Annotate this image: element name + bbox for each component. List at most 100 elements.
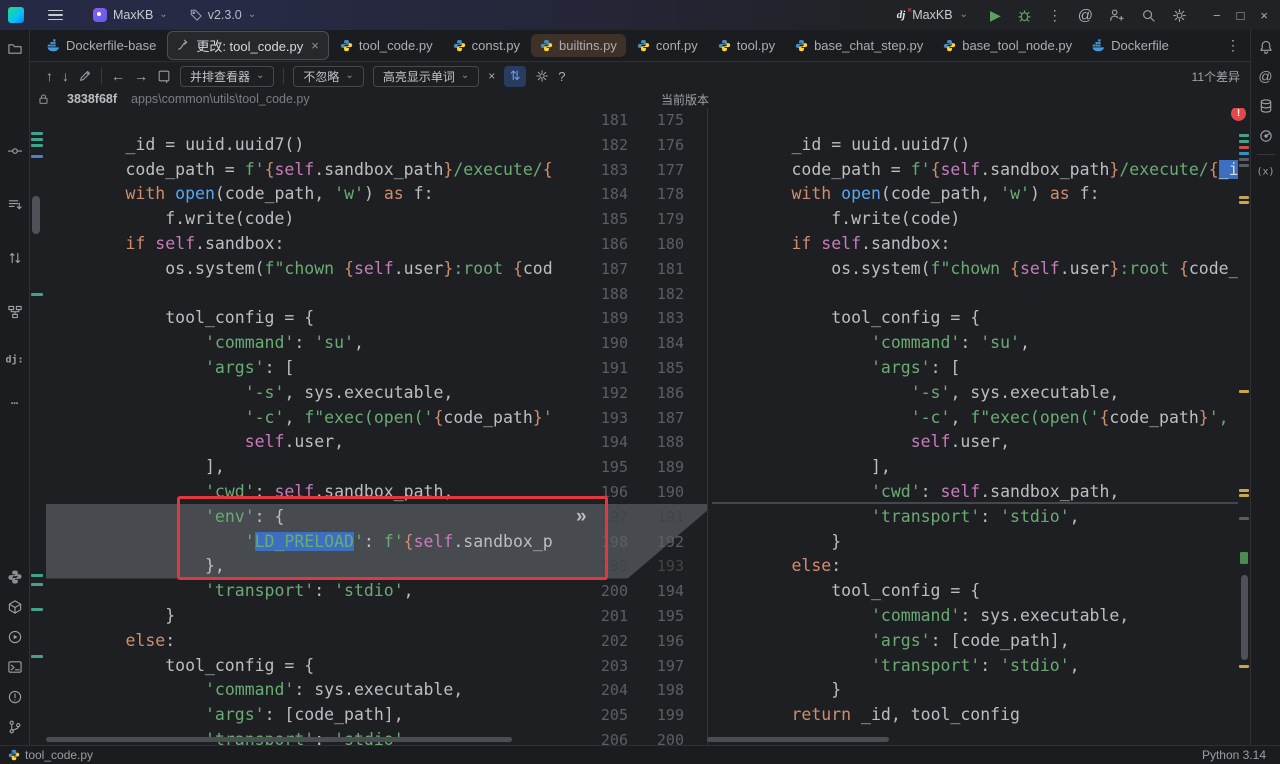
- help-icon[interactable]: ?: [558, 70, 565, 83]
- project-tool-icon[interactable]: [7, 42, 22, 57]
- code-line[interactable]: return _id, tool_config: [712, 703, 1238, 728]
- close-window-button[interactable]: ×: [1260, 8, 1268, 23]
- search-icon[interactable]: [1141, 8, 1156, 23]
- more-tool-windows-icon[interactable]: ⋯: [11, 396, 18, 410]
- sync-scroll-toggle[interactable]: ⇅: [504, 66, 526, 87]
- tab-更改: tool_code.py[interactable]: 更改: tool_code.py×: [167, 31, 329, 60]
- code-line[interactable]: else:: [46, 629, 558, 654]
- code-line[interactable]: [712, 108, 1238, 133]
- code-line[interactable]: os.system(f"chown {self.user}:root {code…: [712, 257, 1238, 282]
- code-line[interactable]: with open(code_path, 'w') as f:: [46, 182, 558, 207]
- code-line[interactable]: ],: [712, 455, 1238, 480]
- code-line[interactable]: 'args': [code_path],: [712, 629, 1238, 654]
- forward-icon[interactable]: →: [134, 69, 148, 83]
- code-line[interactable]: else:: [712, 554, 1238, 579]
- code-line[interactable]: if self.sandbox:: [712, 232, 1238, 257]
- python-console-tool-icon[interactable]: [7, 570, 22, 585]
- maximize-button[interactable]: □: [1237, 8, 1245, 23]
- code-line[interactable]: '-s', sys.executable,: [46, 381, 558, 406]
- code-line[interactable]: [46, 108, 558, 133]
- right-horizontal-scrollbar[interactable]: [707, 737, 889, 742]
- next-change-icon[interactable]: ↓: [62, 69, 69, 83]
- code-line[interactable]: _id = uuid.uuid7(): [712, 133, 1238, 158]
- code-line[interactable]: '-s', sys.executable,: [712, 381, 1238, 406]
- code-line[interactable]: if self.sandbox:: [46, 232, 558, 257]
- code-line[interactable]: with open(code_path, 'w') as f:: [712, 182, 1238, 207]
- status-file-widget[interactable]: tool_code.py: [8, 748, 93, 762]
- code-line[interactable]: f.write(code): [712, 207, 1238, 232]
- changes-tool-icon[interactable]: [7, 198, 22, 213]
- code-line[interactable]: 'command': sys.executable,: [46, 678, 558, 703]
- code-line[interactable]: self.user,: [712, 430, 1238, 455]
- code-line[interactable]: tool_config = {: [712, 306, 1238, 331]
- tab-base_chat_step.py[interactable]: base_chat_step.py: [786, 34, 932, 57]
- code-line[interactable]: 'args': [: [712, 356, 1238, 381]
- code-line[interactable]: self.user,: [46, 430, 558, 455]
- project-widget[interactable]: MaxKB ⌄: [87, 5, 174, 25]
- notifications-bell-icon[interactable]: [1258, 40, 1273, 55]
- back-icon[interactable]: ←: [111, 69, 125, 83]
- minimize-button[interactable]: −: [1213, 8, 1221, 23]
- ai-chat-tool-icon[interactable]: @: [1258, 68, 1272, 84]
- problems-tool-icon[interactable]: [7, 690, 22, 705]
- pull-requests-tool-icon[interactable]: [7, 251, 22, 266]
- structure-tool-icon[interactable]: [7, 305, 22, 320]
- code-line[interactable]: 'cwd': self.sandbox_path,: [712, 480, 1238, 505]
- python-packages-tool-icon[interactable]: [7, 600, 22, 615]
- code-line[interactable]: 'transport': 'stdio',: [712, 654, 1238, 679]
- code-line[interactable]: }: [712, 678, 1238, 703]
- tab-overflow-icon[interactable]: ⋮: [1226, 37, 1240, 54]
- run-button[interactable]: ▶: [990, 8, 1001, 22]
- left-pane-scrollbar[interactable]: [32, 196, 40, 234]
- tab-Dockerfile[interactable]: Dockerfile: [1083, 34, 1178, 57]
- edit-source-icon[interactable]: [78, 69, 92, 83]
- code-line[interactable]: tool_config = {: [46, 654, 558, 679]
- run-dashboard-tool-icon[interactable]: [1258, 129, 1273, 144]
- database-tool-icon[interactable]: [1258, 99, 1273, 114]
- code-line[interactable]: _id = uuid.uuid7(): [46, 133, 558, 158]
- apply-change-arrow[interactable]: »: [576, 506, 587, 528]
- commit-tool-icon[interactable]: [7, 144, 22, 159]
- vcs-tag-widget[interactable]: v2.3.0 ⌄: [184, 5, 262, 25]
- code-line[interactable]: 'args': [: [46, 356, 558, 381]
- code-line[interactable]: 'args': [code_path],: [46, 703, 558, 728]
- code-line[interactable]: [46, 282, 558, 307]
- debug-button[interactable]: [1017, 8, 1032, 23]
- tab-tool_code.py[interactable]: tool_code.py: [331, 34, 442, 57]
- code-line[interactable]: os.system(f"chown {self.user}:root {cod: [46, 257, 558, 282]
- code-line[interactable]: code_path = f'{self.sandbox_path}/execut…: [712, 158, 1238, 183]
- highlight-mode-dropdown[interactable]: 高亮显示单词 ⌄: [373, 66, 479, 87]
- code-line[interactable]: '-c', f"exec(open('{code_path}', ': [712, 406, 1238, 431]
- django-structure-tool-icon[interactable]: dj:: [5, 355, 23, 366]
- tab-builtins.py[interactable]: builtins.py: [531, 34, 626, 57]
- jump-to-source-icon[interactable]: [157, 69, 171, 83]
- tab-tool.py[interactable]: tool.py: [709, 34, 784, 57]
- interpreter-widget[interactable]: Python 3.14: [1202, 748, 1266, 762]
- code-line[interactable]: tool_config = {: [46, 306, 558, 331]
- code-line[interactable]: 'command': sys.executable,: [712, 604, 1238, 629]
- code-line[interactable]: 'transport': 'stdio',: [46, 579, 558, 604]
- git-branch-tool-icon[interactable]: [7, 720, 22, 735]
- run-config-widget[interactable]: dj× MaxKB ⌄: [891, 5, 974, 25]
- ignore-policy-dropdown[interactable]: 不忽略 ⌄: [293, 66, 363, 87]
- services-tool-icon[interactable]: [7, 630, 22, 645]
- code-line[interactable]: ],: [46, 455, 558, 480]
- variables-tool-icon[interactable]: (x): [1256, 167, 1274, 178]
- viewer-mode-dropdown[interactable]: 并排查看器 ⌄: [180, 66, 274, 87]
- revision-hash[interactable]: 3838f68f: [67, 92, 117, 106]
- close-tab-icon[interactable]: ×: [311, 38, 319, 53]
- settings-gear-icon[interactable]: [1172, 8, 1187, 23]
- inspection-error-badge[interactable]: !: [1231, 108, 1246, 121]
- tab-base_tool_node.py[interactable]: base_tool_node.py: [934, 34, 1081, 57]
- code-line[interactable]: 'command': 'su',: [712, 331, 1238, 356]
- code-with-me-icon[interactable]: [1109, 8, 1125, 23]
- code-line[interactable]: [712, 282, 1238, 307]
- tab-Dockerfile-base[interactable]: Dockerfile-base: [38, 34, 165, 57]
- left-horizontal-scrollbar[interactable]: [46, 737, 512, 742]
- code-line[interactable]: f.write(code): [46, 207, 558, 232]
- code-line[interactable]: }: [46, 604, 558, 629]
- code-line[interactable]: 'transport': 'stdio',: [712, 505, 1238, 530]
- previous-change-icon[interactable]: ↑: [46, 69, 53, 83]
- more-run-options-icon[interactable]: ⋮: [1048, 8, 1062, 22]
- terminal-tool-icon[interactable]: [7, 660, 22, 675]
